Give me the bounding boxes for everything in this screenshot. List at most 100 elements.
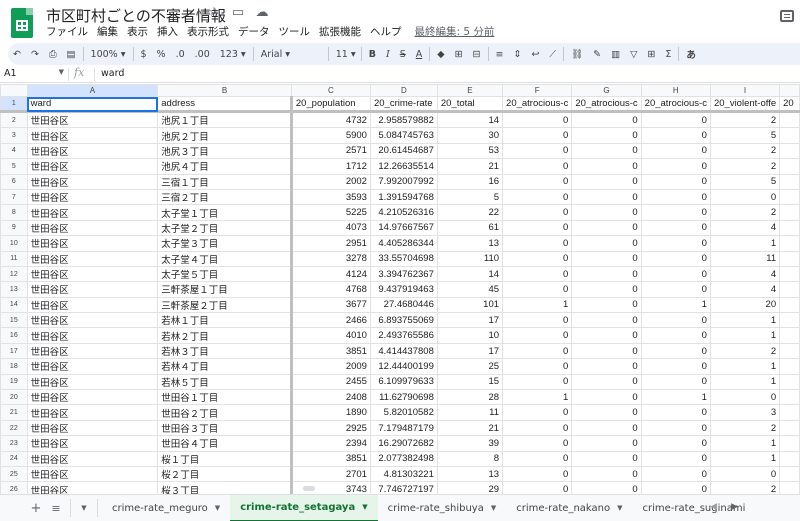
- text-rotation-icon[interactable]: ⟋: [544, 49, 561, 60]
- table-cell[interactable]: 2701: [290, 465, 371, 483]
- horizontal-scrollbar[interactable]: [303, 486, 315, 491]
- table-cell[interactable]: 2.077382498: [369, 450, 438, 467]
- table-cell[interactable]: 1: [709, 450, 781, 467]
- table-cell[interactable]: 14: [436, 265, 504, 283]
- table-cell[interactable]: 7.992007992: [369, 173, 438, 190]
- sheet-tab[interactable]: crime-rate_nakano ▼: [506, 495, 632, 521]
- star-icon[interactable]: ☆: [205, 5, 223, 20]
- table-cell[interactable]: 桜２丁目: [157, 465, 293, 483]
- chevron-down-icon[interactable]: ▼: [491, 504, 496, 512]
- table-cell[interactable]: 0: [640, 173, 711, 190]
- chevron-down-icon[interactable]: ▼: [75, 504, 93, 512]
- table-cell[interactable]: 世田谷区: [26, 450, 159, 467]
- table-cell[interactable]: 30: [436, 127, 504, 144]
- row-header[interactable]: 5: [0, 158, 28, 175]
- table-cell[interactable]: 0: [640, 435, 711, 452]
- table-cell[interactable]: [779, 281, 800, 298]
- table-cell[interactable]: 2: [709, 158, 781, 175]
- sheet-tab[interactable]: crime-rate_meguro ▼: [102, 495, 230, 521]
- row-header[interactable]: 3: [0, 127, 28, 144]
- table-cell[interactable]: 2002: [290, 173, 371, 190]
- table-cell[interactable]: 2009: [290, 358, 371, 375]
- table-cell[interactable]: 0: [502, 127, 573, 144]
- table-cell[interactable]: 12.26635514: [369, 158, 438, 175]
- table-cell[interactable]: 3593: [290, 188, 371, 206]
- table-cell[interactable]: 1.391594768: [369, 188, 438, 206]
- table-cell[interactable]: 0: [571, 312, 642, 329]
- table-cell[interactable]: 17: [436, 312, 504, 329]
- menu-insert[interactable]: 挿入: [157, 24, 178, 39]
- table-cell[interactable]: [779, 265, 800, 283]
- table-cell[interactable]: 太子堂４丁目: [157, 250, 293, 267]
- table-cell[interactable]: 世田谷区: [26, 142, 159, 160]
- table-cell[interactable]: 14.97667567: [369, 219, 438, 237]
- menu-view[interactable]: 表示: [127, 24, 148, 39]
- table-cell[interactable]: [779, 465, 800, 483]
- menu-extensions[interactable]: 拡張機能: [319, 24, 361, 39]
- table-cell[interactable]: 53: [436, 142, 504, 160]
- table-cell[interactable]: 世田谷区: [26, 219, 159, 237]
- table-cell[interactable]: 0: [571, 265, 642, 283]
- row-header[interactable]: 8: [0, 204, 28, 221]
- table-cell[interactable]: 4010: [290, 327, 371, 344]
- header-cell-population[interactable]: 20_population: [290, 95, 371, 114]
- italic-button[interactable]: I: [381, 49, 395, 60]
- table-cell[interactable]: 0: [502, 465, 573, 483]
- table-cell[interactable]: 10: [436, 327, 504, 344]
- table-cell[interactable]: 世田谷区: [26, 404, 159, 421]
- table-cell[interactable]: 0: [502, 250, 573, 267]
- table-cell[interactable]: 0: [502, 342, 573, 360]
- fill-color-icon[interactable]: ◆: [432, 49, 449, 60]
- table-cell[interactable]: 池尻４丁目: [157, 158, 293, 175]
- table-cell[interactable]: 0: [709, 188, 781, 206]
- table-cell[interactable]: 2455: [290, 373, 371, 391]
- row-header[interactable]: 25: [0, 465, 28, 483]
- table-cell[interactable]: 28: [436, 389, 504, 406]
- comment-history-icon[interactable]: [780, 10, 794, 22]
- menu-data[interactable]: データ: [238, 24, 270, 39]
- table-cell[interactable]: 1890: [290, 404, 371, 421]
- table-cell[interactable]: 5900: [290, 127, 371, 144]
- table-cell[interactable]: 0: [571, 235, 642, 252]
- table-cell[interactable]: 桜１丁目: [157, 450, 293, 467]
- table-cell[interactable]: 三軒茶屋１丁目: [157, 281, 293, 298]
- table-cell[interactable]: 三宿１丁目: [157, 173, 293, 190]
- table-cell[interactable]: 0: [571, 419, 642, 437]
- column-header-e[interactable]: E: [436, 84, 504, 97]
- chevron-down-icon[interactable]: ▼: [617, 504, 622, 512]
- menu-format[interactable]: 表示形式: [187, 24, 229, 39]
- table-cell[interactable]: 1: [640, 389, 711, 406]
- table-cell[interactable]: 1: [502, 296, 573, 314]
- table-cell[interactable]: 11: [709, 250, 781, 267]
- table-cell[interactable]: 0: [502, 419, 573, 437]
- table-cell[interactable]: 2: [709, 481, 781, 494]
- scroll-right-icon[interactable]: ▶: [731, 502, 738, 512]
- table-cell[interactable]: 0: [640, 312, 711, 329]
- table-cell[interactable]: 0: [502, 358, 573, 375]
- row-header[interactable]: 19: [0, 373, 28, 391]
- table-cell[interactable]: 0: [640, 219, 711, 237]
- name-box[interactable]: A1 ▼: [4, 68, 64, 79]
- table-cell[interactable]: 3.394762367: [369, 265, 438, 283]
- table-cell[interactable]: 6.893755069: [369, 312, 438, 329]
- table-cell[interactable]: [779, 296, 800, 314]
- more-formats-select[interactable]: 123 ▾: [215, 49, 251, 60]
- table-cell[interactable]: 0: [571, 111, 642, 129]
- table-cell[interactable]: 1: [640, 296, 711, 314]
- column-header-f[interactable]: F: [502, 84, 573, 97]
- table-cell[interactable]: [779, 450, 800, 467]
- table-cell[interactable]: 8: [436, 450, 504, 467]
- chevron-down-icon[interactable]: ▼: [362, 503, 367, 511]
- zoom-select[interactable]: 100% ▾: [86, 49, 131, 60]
- all-sheets-icon[interactable]: ≡: [46, 502, 66, 515]
- print-icon[interactable]: ⎙: [44, 49, 62, 60]
- text-wrap-icon[interactable]: ↩: [526, 49, 544, 60]
- table-cell[interactable]: 4073: [290, 219, 371, 237]
- table-cell[interactable]: 12.44400199: [369, 358, 438, 375]
- table-cell[interactable]: 世田谷区: [26, 389, 159, 406]
- table-cell[interactable]: 0: [640, 111, 711, 129]
- table-cell[interactable]: 0: [571, 250, 642, 267]
- table-cell[interactable]: 45: [436, 281, 504, 298]
- table-cell[interactable]: 3278: [290, 250, 371, 267]
- table-cell[interactable]: 世田谷区: [26, 327, 159, 344]
